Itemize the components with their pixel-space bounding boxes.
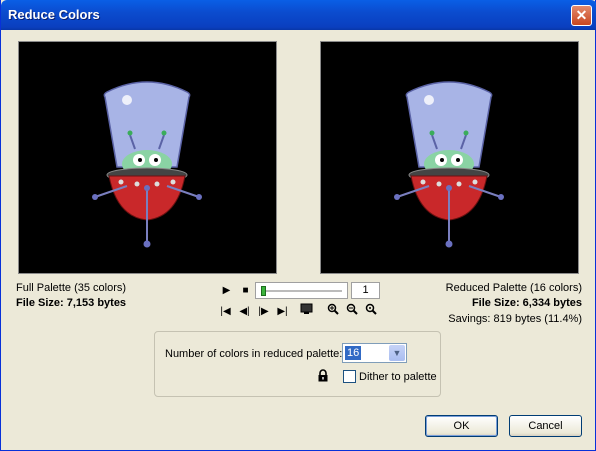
stop-icon[interactable]: ■	[237, 282, 254, 299]
frame-number-field[interactable]: 1	[351, 282, 380, 299]
close-button[interactable]: ✕	[571, 5, 592, 26]
zoom-fit-icon[interactable]	[362, 303, 379, 320]
prev-frame-icon[interactable]: ◀|	[236, 303, 253, 320]
alien-ufo-image-reduced	[394, 81, 504, 248]
title-bar[interactable]: Reduce Colors ✕	[1, 0, 596, 30]
lock-icon	[317, 369, 329, 382]
reduced-palette-label: Reduced Palette (16 colors)	[445, 282, 582, 294]
colors-count-select[interactable]: 16 ▼	[342, 343, 407, 363]
reduce-colors-dialog: Reduce Colors ✕ Full Palette (35 colors)…	[0, 0, 596, 451]
frame-slider[interactable]	[255, 282, 348, 299]
reduction-settings-group	[154, 331, 441, 397]
last-frame-icon[interactable]: ▶|	[274, 303, 291, 320]
first-frame-icon[interactable]: |◀	[217, 303, 234, 320]
reduced-file-size: File Size: 6,334 bytes	[471, 297, 582, 309]
full-file-size: File Size: 7,153 bytes	[16, 297, 127, 309]
slider-track	[262, 290, 342, 292]
dialog-title: Reduce Colors	[8, 7, 100, 22]
chevron-down-icon[interactable]: ▼	[389, 345, 405, 361]
monitor-icon[interactable]	[298, 303, 315, 320]
cancel-button[interactable]: Cancel	[509, 415, 582, 437]
zoom-out-icon[interactable]	[343, 303, 360, 320]
colors-count-value: 16	[345, 346, 362, 360]
next-frame-icon[interactable]: |▶	[255, 303, 272, 320]
ok-button[interactable]: OK	[425, 415, 498, 437]
savings-label: Savings: 819 bytes (11.4%)	[448, 313, 582, 325]
reduced-palette-preview	[320, 41, 579, 274]
full-palette-label: Full Palette (35 colors)	[16, 282, 127, 294]
slider-thumb[interactable]	[261, 286, 266, 296]
full-palette-preview	[18, 41, 277, 274]
close-icon: ✕	[575, 7, 588, 23]
play-icon[interactable]: ▶	[218, 282, 235, 299]
dither-checkbox[interactable]	[343, 370, 356, 383]
alien-ufo-image	[92, 81, 202, 248]
zoom-in-icon[interactable]	[324, 303, 341, 320]
dither-label[interactable]: Dither to palette	[359, 371, 437, 383]
colors-count-label: Number of colors in reduced palette:	[165, 348, 343, 360]
